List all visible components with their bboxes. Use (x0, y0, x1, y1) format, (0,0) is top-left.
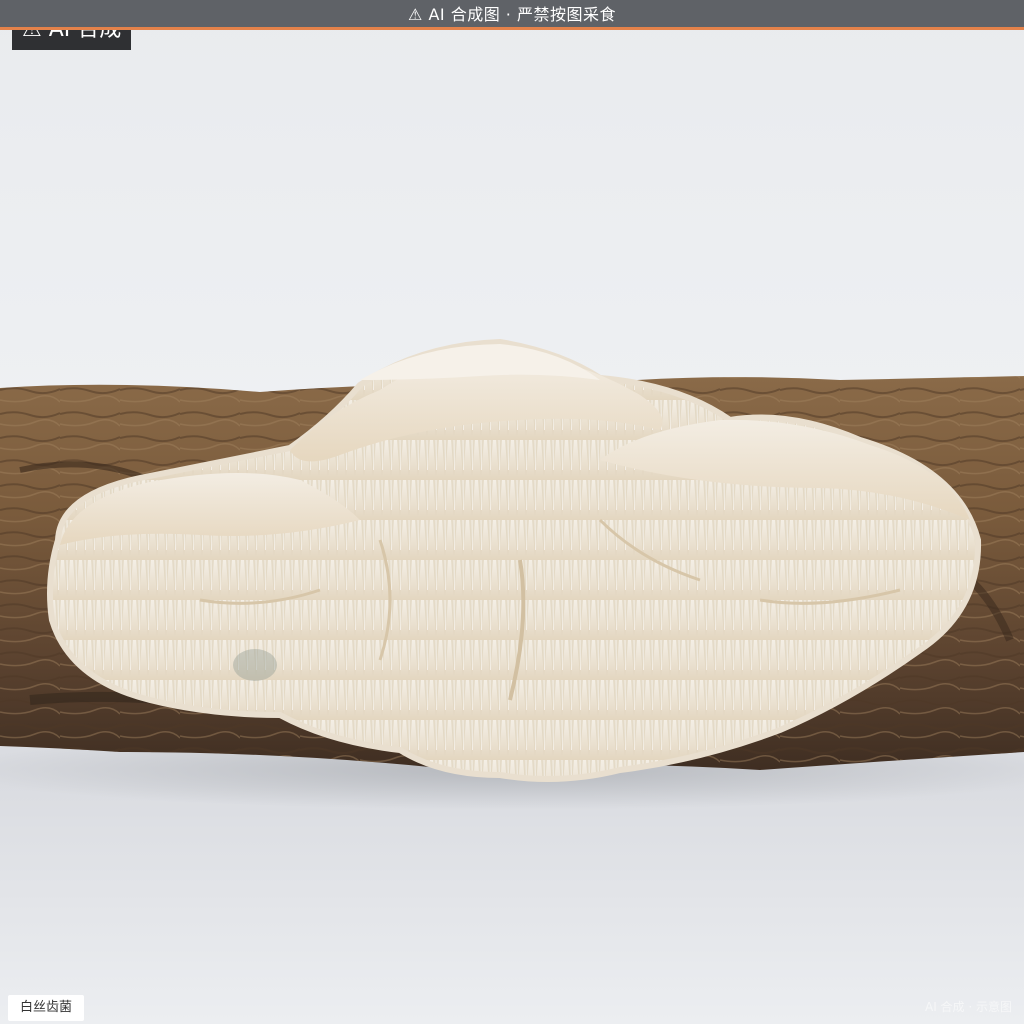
ai-warning-text: AI 合成图 · 严禁按图采食 (428, 5, 616, 24)
image-stage: ⚠ AI 合成图 · 严禁按图采食 ⚠ AI 合成 白丝齿菌 AI 合成 · 示… (0, 0, 1024, 1024)
warning-icon: ⚠ (408, 5, 423, 24)
ai-badge-text: AI 合成 (49, 30, 122, 42)
species-caption: 白丝齿菌 (8, 995, 85, 1021)
warning-icon: ⚠ (22, 30, 42, 42)
ai-warning-banner: ⚠ AI 合成图 · 严禁按图采食 (0, 0, 1024, 30)
watermark-text: AI 合成 · 示意图 (924, 1000, 1012, 1014)
ai-badge: ⚠ AI 合成 (12, 30, 132, 50)
mushroom-photo (0, 338, 1024, 810)
